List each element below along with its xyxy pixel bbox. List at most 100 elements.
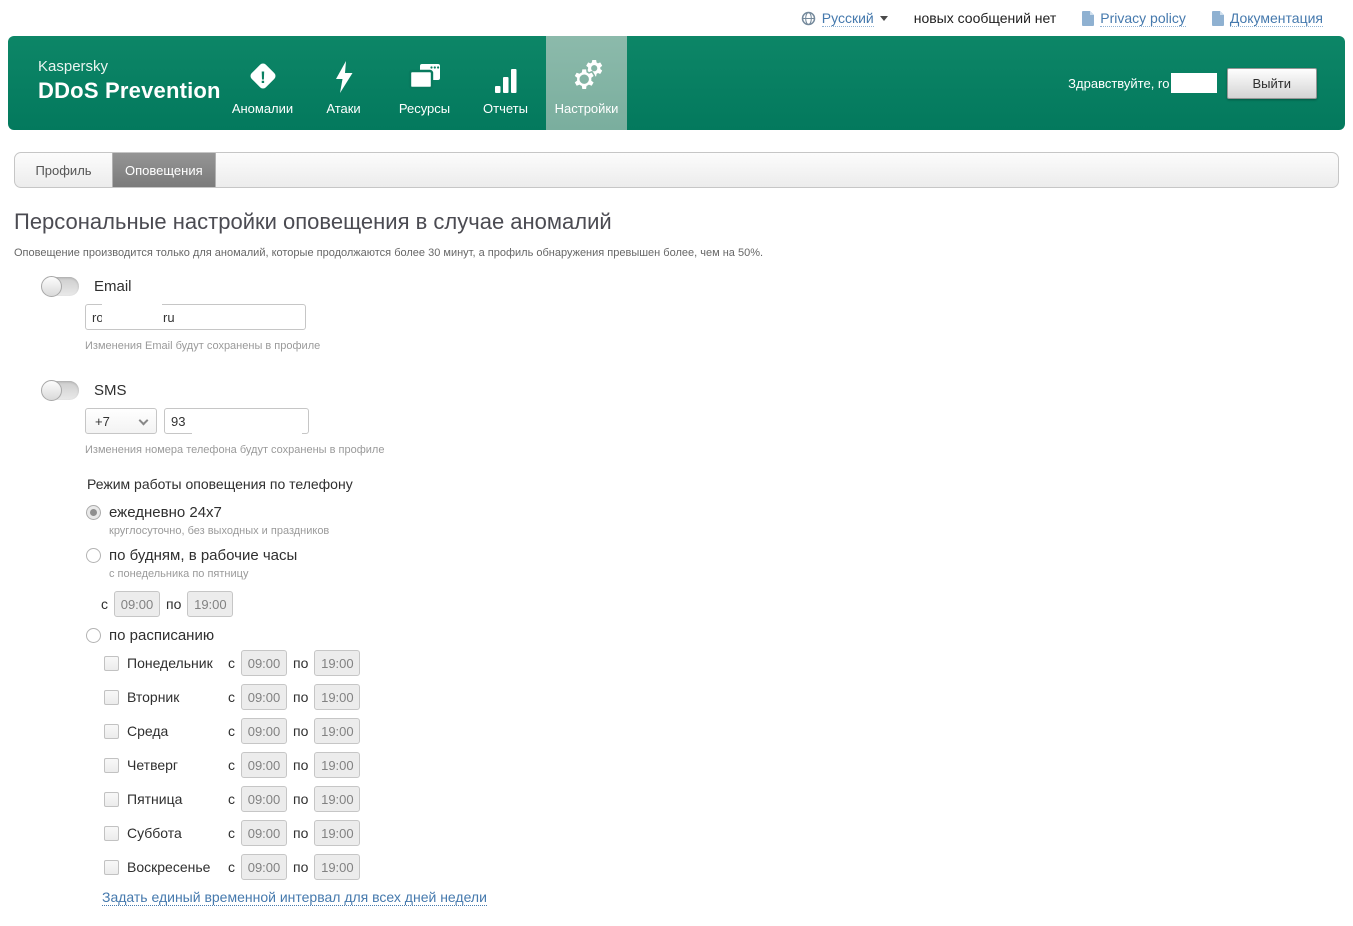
day-to-input[interactable] <box>314 820 361 846</box>
privacy-policy-link[interactable]: Privacy policy <box>1100 10 1186 27</box>
from-label: с <box>101 596 108 612</box>
radio-weekdays[interactable] <box>86 548 101 563</box>
to-label: по <box>293 859 309 875</box>
radio-row-schedule: по расписанию <box>86 627 1353 644</box>
radio-note: круглосуточно, без выходных и праздников <box>109 525 330 537</box>
day-to-input[interactable] <box>314 854 361 880</box>
greeting-text: Здравствуйте, ro <box>1068 75 1170 91</box>
radio-label[interactable]: ежедневно 24x7 <box>109 504 222 521</box>
day-checkbox[interactable] <box>104 859 119 875</box>
weekday-from-input[interactable] <box>114 591 160 617</box>
language-switcher[interactable]: Русский <box>801 10 888 27</box>
day-checkbox[interactable] <box>104 655 119 671</box>
day-row-wednesday: Среда с по <box>104 718 1353 744</box>
day-to-input[interactable] <box>314 718 361 744</box>
redaction-block <box>192 416 302 442</box>
language-link[interactable]: Русский <box>821 10 874 27</box>
privacy-policy[interactable]: Privacy policy <box>1082 10 1186 27</box>
nav-item-resources[interactable]: Ресурсы <box>384 36 465 130</box>
day-to-input[interactable] <box>314 786 361 812</box>
phone-note: Изменения номера телефона будут сохранен… <box>85 444 385 456</box>
documentation-link[interactable]: Документация <box>1229 10 1323 27</box>
day-label[interactable]: Четверг <box>127 757 228 773</box>
day-checkbox[interactable] <box>104 757 119 773</box>
from-label: с <box>228 757 235 773</box>
day-to-input[interactable] <box>314 752 361 778</box>
nav-item-anomalies[interactable]: ! Аномалии <box>222 36 303 130</box>
brand-line1: Kaspersky <box>38 58 109 75</box>
nav-item-label: Аномалии <box>231 101 294 116</box>
email-note: Изменения Email будут сохранены в профил… <box>85 340 321 352</box>
brand-logo: Kaspersky DDoS Prevention <box>38 58 221 104</box>
day-row-tuesday: Вторник с по <box>104 684 1353 710</box>
day-from-input[interactable] <box>241 650 287 676</box>
email-input-wrap: ru <box>85 300 306 330</box>
app-header: Kaspersky DDoS Prevention ! Аномалии Ата… <box>8 36 1345 130</box>
nav-item-label: Отчеты <box>483 101 528 116</box>
day-from-input[interactable] <box>241 752 287 778</box>
day-label[interactable]: Среда <box>127 723 228 739</box>
day-label[interactable]: Суббота <box>127 825 228 841</box>
weekday-to-input[interactable] <box>187 591 234 617</box>
to-label: по <box>293 689 309 705</box>
day-checkbox[interactable] <box>104 689 119 705</box>
from-label: с <box>228 723 235 739</box>
documentation[interactable]: Документация <box>1211 10 1323 27</box>
day-label[interactable]: Понедельник <box>127 655 228 671</box>
nav-item-settings[interactable]: Настройки <box>546 36 627 130</box>
radio-by-schedule[interactable] <box>86 628 101 643</box>
from-label: с <box>228 825 235 841</box>
toggle-knob <box>41 380 62 401</box>
day-to-input[interactable] <box>314 684 361 710</box>
to-label: по <box>293 791 309 807</box>
from-label: с <box>228 859 235 875</box>
radio-row-daily: ежедневно 24x7 <box>86 504 1353 521</box>
country-code-select[interactable]: +7 <box>85 408 157 434</box>
tab-profile[interactable]: Профиль <box>15 153 112 187</box>
to-label: по <box>293 825 309 841</box>
day-from-input[interactable] <box>241 684 287 710</box>
day-checkbox[interactable] <box>104 825 119 841</box>
day-from-input[interactable] <box>241 854 287 880</box>
main-nav: ! Аномалии Атаки Ресурсы Отчеты Настройк… <box>222 36 627 130</box>
day-from-input[interactable] <box>241 786 287 812</box>
day-row-saturday: Суббота с по <box>104 820 1353 846</box>
globe-icon <box>801 11 816 26</box>
day-label[interactable]: Вторник <box>127 689 228 705</box>
day-from-input[interactable] <box>241 718 287 744</box>
sms-toggle[interactable] <box>41 380 79 401</box>
day-checkbox[interactable] <box>104 791 119 807</box>
logout-button[interactable]: Выйти <box>1226 67 1317 99</box>
day-to-input[interactable] <box>314 650 361 676</box>
email-toggle[interactable] <box>41 276 79 297</box>
schedule-heading: Режим работы оповещения по телефону <box>87 476 353 492</box>
nav-item-reports[interactable]: Отчеты <box>465 36 546 130</box>
day-label[interactable]: Пятница <box>127 791 228 807</box>
messages-status: новых сообщений нет <box>913 10 1057 26</box>
nav-item-attacks[interactable]: Атаки <box>303 36 384 130</box>
email-suffix-text: ru <box>163 310 175 325</box>
from-label: с <box>228 655 235 671</box>
day-checkbox[interactable] <box>104 723 119 739</box>
radio-label[interactable]: по будням, в рабочие часы <box>109 547 297 564</box>
radio-label[interactable]: по расписанию <box>109 627 214 644</box>
weekday-time-row: с по <box>101 591 1353 617</box>
gear-icon <box>569 54 605 94</box>
day-row-monday: Понедельник с по <box>104 650 1353 676</box>
day-label[interactable]: Воскресенье <box>127 859 228 875</box>
radio-daily-24x7[interactable] <box>86 505 101 520</box>
nav-item-label: Ресурсы <box>398 101 451 116</box>
day-row-thursday: Четверг с по <box>104 752 1353 778</box>
set-uniform-interval-link[interactable]: Задать единый временной интервал для все… <box>102 889 487 906</box>
day-from-input[interactable] <box>241 820 287 846</box>
top-bar: Русский новых сообщений нет Privacy poli… <box>0 0 1353 34</box>
document-icon <box>1211 10 1224 26</box>
from-label: с <box>228 689 235 705</box>
tab-notifications[interactable]: Оповещения <box>112 153 216 187</box>
chevron-down-icon <box>879 15 888 21</box>
page-subtitle: Оповещение производится только для анома… <box>14 247 764 259</box>
toggle-knob <box>41 276 62 297</box>
phone-row: +7 <box>85 408 1353 442</box>
brand-line2: DDoS Prevention <box>38 77 221 103</box>
to-label: по <box>293 757 309 773</box>
